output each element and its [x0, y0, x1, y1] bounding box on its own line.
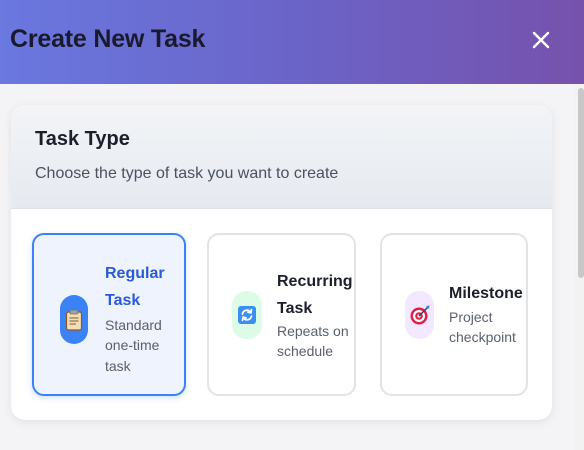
option-desc-line3: task — [105, 358, 131, 374]
task-type-option-recurring[interactable]: Recurring Task Repeats on schedule — [207, 233, 356, 396]
task-type-subtitle: Choose the type of task you want to crea… — [35, 165, 339, 182]
option-desc-line1: Standard — [105, 317, 162, 333]
close-icon — [532, 31, 550, 49]
option-title-line2: Task — [105, 292, 141, 309]
clipboard-icon — [60, 295, 88, 344]
option-title-line1: Recurring — [277, 273, 353, 290]
modal-title: Create New Task — [10, 25, 206, 53]
modal-header: Create New Task — [0, 0, 584, 84]
option-desc-line2: one-time — [105, 337, 160, 353]
scrollbar-thumb[interactable] — [578, 88, 584, 278]
option-desc-line2: checkpoint — [449, 329, 516, 345]
task-type-option-milestone[interactable]: Milestone Project checkpoint — [380, 233, 528, 396]
target-icon — [405, 291, 434, 339]
task-type-header: Task Type Choose the type of task you wa… — [11, 105, 552, 209]
option-desc-line1: Repeats on — [277, 323, 349, 339]
option-title-line2: Task — [277, 300, 313, 317]
option-desc-line1: Project — [449, 309, 493, 325]
option-desc-line2: schedule — [277, 343, 334, 359]
task-type-card: Task Type Choose the type of task you wa… — [11, 105, 552, 420]
close-button[interactable] — [526, 25, 556, 55]
task-type-option-regular[interactable]: Regular Task Standard one-time task — [32, 233, 186, 396]
repeat-icon — [232, 291, 262, 339]
option-title-line1: Regular — [105, 265, 165, 282]
option-title-line1: Milestone — [449, 285, 523, 302]
task-type-title: Task Type — [35, 128, 130, 150]
